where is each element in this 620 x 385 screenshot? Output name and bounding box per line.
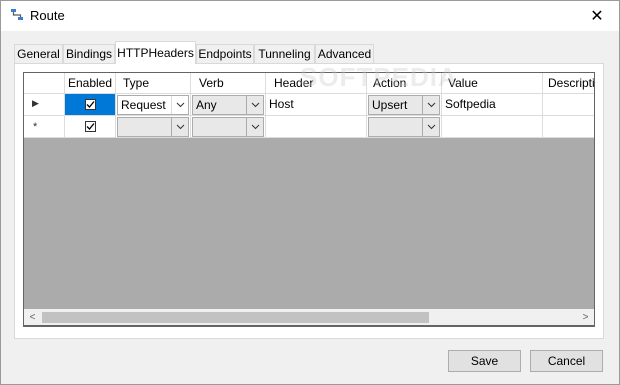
current-row-indicator-icon: ▶ bbox=[32, 98, 39, 108]
tab-advanced[interactable]: Advanced bbox=[315, 44, 374, 63]
chevron-down-icon[interactable] bbox=[171, 96, 188, 114]
chevron-down-icon[interactable] bbox=[422, 118, 439, 136]
enabled-cell-selected[interactable] bbox=[65, 94, 116, 116]
value-cell[interactable]: Softpedia bbox=[442, 94, 543, 116]
save-button[interactable]: Save bbox=[448, 350, 521, 372]
action-combobox[interactable]: Upsert bbox=[368, 95, 440, 115]
description-cell[interactable] bbox=[543, 116, 594, 138]
action-cell[interactable]: Upsert bbox=[367, 94, 442, 116]
row-header-new[interactable]: * bbox=[24, 116, 65, 138]
chevron-down-icon[interactable] bbox=[246, 96, 263, 114]
type-value: Request bbox=[121, 98, 166, 112]
check-icon bbox=[86, 101, 95, 108]
horizontal-scrollbar[interactable]: < > bbox=[23, 309, 595, 326]
column-header-enabled[interactable]: Enabled bbox=[65, 73, 116, 94]
action-cell[interactable] bbox=[367, 116, 442, 138]
verb-value: Any bbox=[196, 98, 217, 112]
tab-bindings[interactable]: Bindings bbox=[63, 44, 115, 63]
header-cell[interactable] bbox=[266, 116, 367, 138]
type-cell[interactable] bbox=[116, 116, 191, 138]
headers-grid[interactable]: Enabled Type Verb Header Action Value De… bbox=[23, 72, 595, 327]
verb-combobox[interactable]: Any bbox=[192, 95, 264, 115]
column-header-type[interactable]: Type bbox=[116, 73, 191, 94]
check-icon bbox=[86, 123, 95, 130]
tab-endpoints[interactable]: Endpoints bbox=[196, 44, 254, 63]
tab-general[interactable]: General bbox=[14, 44, 63, 63]
type-cell[interactable]: Request bbox=[116, 94, 191, 116]
window-title: Route bbox=[30, 8, 65, 23]
verb-cell[interactable]: Any bbox=[191, 94, 266, 116]
header-cell[interactable]: Host bbox=[266, 94, 367, 116]
value-cell[interactable] bbox=[442, 116, 543, 138]
row-header-current[interactable]: ▶ bbox=[24, 94, 65, 116]
enabled-cell[interactable] bbox=[65, 116, 116, 138]
enabled-checkbox[interactable] bbox=[85, 121, 96, 132]
action-combobox[interactable] bbox=[368, 117, 440, 137]
enabled-checkbox[interactable] bbox=[85, 99, 96, 110]
tab-tunneling[interactable]: Tunneling bbox=[254, 44, 315, 63]
route-app-icon bbox=[11, 9, 23, 20]
chevron-down-icon[interactable] bbox=[171, 118, 188, 136]
new-row-indicator-icon: * bbox=[33, 121, 38, 133]
verb-cell[interactable] bbox=[191, 116, 266, 138]
column-header-verb[interactable]: Verb bbox=[191, 73, 266, 94]
action-value: Upsert bbox=[372, 98, 408, 112]
scroll-left-arrow-icon[interactable]: < bbox=[24, 309, 41, 325]
type-combobox[interactable]: Request bbox=[117, 95, 189, 115]
column-header-description[interactable]: Descriptio bbox=[543, 73, 594, 94]
chevron-down-icon[interactable] bbox=[422, 96, 439, 114]
scrollbar-thumb[interactable] bbox=[42, 312, 429, 323]
cancel-button[interactable]: Cancel bbox=[530, 350, 603, 372]
tab-httpheaders[interactable]: HTTPHeaders bbox=[115, 41, 196, 64]
verb-combobox[interactable] bbox=[192, 117, 264, 137]
type-combobox[interactable] bbox=[117, 117, 189, 137]
row-header-corner bbox=[24, 73, 65, 94]
description-cell[interactable] bbox=[543, 94, 594, 116]
scroll-right-arrow-icon[interactable]: > bbox=[577, 309, 594, 325]
chevron-down-icon[interactable] bbox=[246, 118, 263, 136]
softpedia-watermark: SOFTPEDIA bbox=[300, 62, 458, 92]
title-bar: Route ✕ bbox=[0, 0, 620, 31]
close-icon[interactable]: ✕ bbox=[574, 0, 620, 31]
